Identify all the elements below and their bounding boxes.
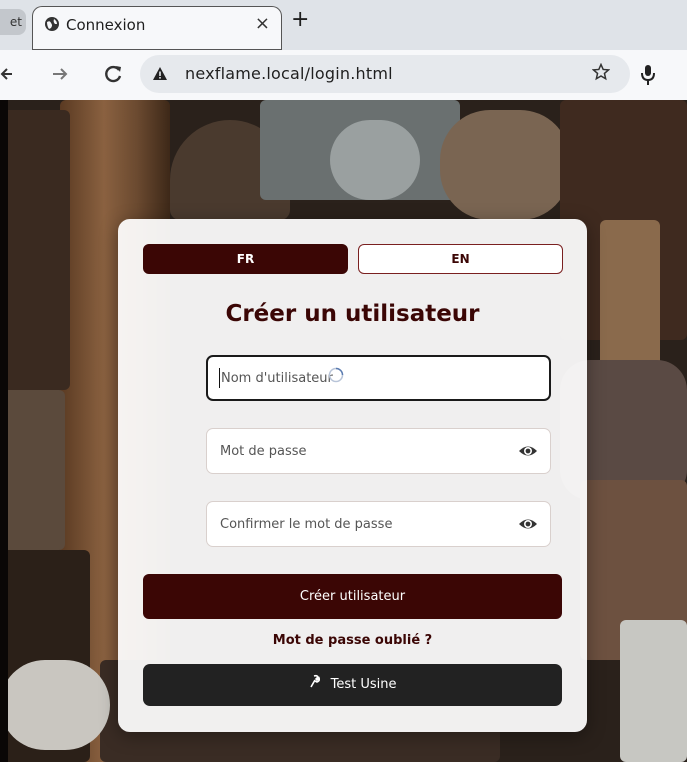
lang-fr-button[interactable]: FR [143, 244, 348, 274]
username-field[interactable] [206, 355, 551, 401]
confirm-password-input[interactable] [207, 502, 550, 546]
wrench-icon [310, 674, 321, 688]
tab-connexion[interactable]: Connexion × [32, 6, 282, 50]
password-input[interactable] [207, 429, 550, 473]
address-bar[interactable]: nexflame.local/login.html [140, 55, 630, 93]
mic-icon[interactable] [640, 64, 656, 86]
test-usine-label: Test Usine [330, 677, 397, 692]
test-usine-button[interactable]: Test Usine [143, 664, 562, 706]
eye-icon[interactable] [518, 443, 538, 459]
warning-icon[interactable] [152, 66, 168, 82]
reload-icon[interactable] [104, 64, 124, 84]
tab-title: Connexion [66, 16, 146, 34]
username-input[interactable] [208, 357, 549, 399]
close-icon[interactable]: × [255, 13, 270, 34]
star-icon[interactable] [592, 63, 610, 81]
forgot-password-link[interactable]: Mot de passe oublié ? [118, 633, 587, 648]
tab-previous[interactable]: et [0, 9, 26, 35]
page-title: Créer un utilisateur [225, 301, 480, 327]
password-field[interactable] [206, 428, 551, 474]
lang-en-button[interactable]: EN [358, 244, 563, 274]
globe-icon [45, 17, 59, 31]
window-edge [0, 100, 8, 762]
eye-icon[interactable] [518, 516, 538, 532]
text-caret [219, 368, 220, 388]
confirm-password-field[interactable] [206, 501, 551, 547]
forward-arrow-icon[interactable] [51, 65, 69, 83]
create-user-button[interactable]: Créer utilisateur [143, 574, 562, 619]
loading-spinner-icon [328, 367, 344, 383]
new-tab-button[interactable]: + [291, 7, 309, 32]
back-arrow-icon[interactable] [0, 65, 14, 83]
tab-strip: et Connexion × + [0, 0, 687, 50]
create-user-card: FR EN Créer un utilisateur Créer utilisa… [118, 219, 587, 732]
browser-toolbar: nexflame.local/login.html [0, 50, 687, 100]
url-text[interactable]: nexflame.local/login.html [185, 64, 393, 83]
tab-previous-label: et [9, 15, 22, 29]
